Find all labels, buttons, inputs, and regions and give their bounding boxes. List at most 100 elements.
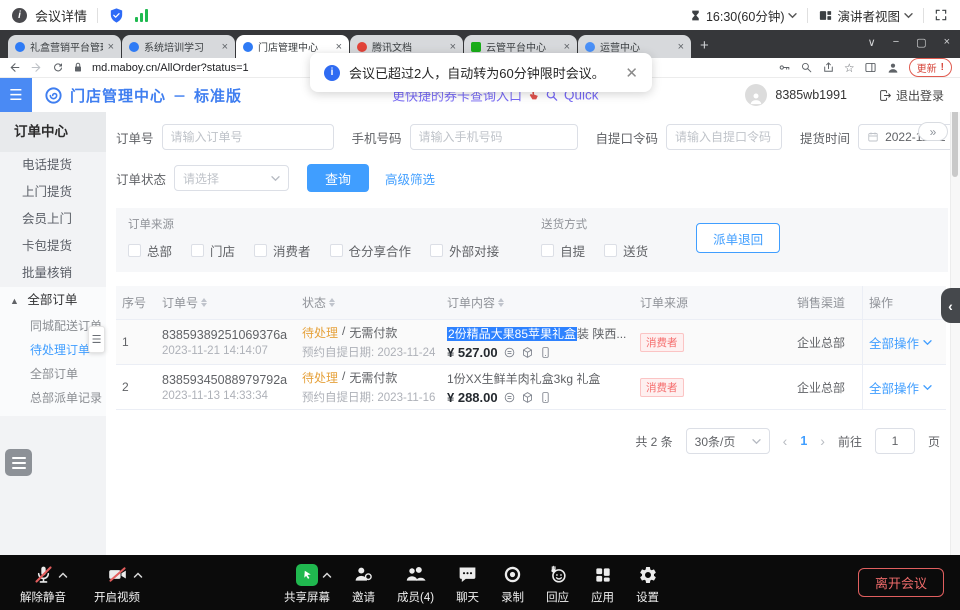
tab-close-icon[interactable]: × xyxy=(678,41,684,53)
checkbox-icon[interactable] xyxy=(604,244,617,257)
checkbox-external[interactable]: 外部对接 xyxy=(430,241,499,260)
unmute-button[interactable]: 解除静音 xyxy=(20,562,66,605)
mobile-icon[interactable] xyxy=(539,391,552,404)
side-panel-icon[interactable] xyxy=(864,61,877,74)
apps-button[interactable]: 应用 xyxy=(591,562,614,605)
sidebar-item-card-pickup[interactable]: 卡包提货 xyxy=(0,233,106,260)
meeting-details-label[interactable]: 会议详情 xyxy=(35,6,87,25)
checkbox-delivery[interactable]: 送货 xyxy=(604,241,648,260)
phone-input[interactable] xyxy=(410,124,578,150)
dispatch-return-button[interactable]: 派单退回 xyxy=(696,223,780,253)
sidebar-item-member-visit[interactable]: 会员上门 xyxy=(0,206,106,233)
fullscreen-icon[interactable] xyxy=(934,8,948,22)
next-page-button[interactable]: › xyxy=(820,433,825,449)
banner-close-icon[interactable]: ✕ xyxy=(625,64,638,82)
reload-icon[interactable] xyxy=(52,62,64,74)
floating-menu-button[interactable] xyxy=(5,449,32,476)
record-button[interactable]: 录制 xyxy=(501,562,524,605)
tab-close-icon[interactable]: × xyxy=(564,41,570,53)
browser-tab-2[interactable]: 系统培训学习 × xyxy=(122,35,235,58)
tab-close-icon[interactable]: × xyxy=(336,41,342,53)
members-button[interactable]: 成员(4) xyxy=(397,562,434,605)
sort-icon[interactable] xyxy=(498,298,504,307)
window-restore-caret[interactable]: ∨ xyxy=(868,36,876,49)
sidebar-sub-all-orders[interactable]: 全部订单 xyxy=(0,362,106,386)
order-no-input[interactable] xyxy=(162,124,334,150)
chat-button[interactable]: 聊天 xyxy=(456,562,479,605)
window-maximize-button[interactable]: ▢ xyxy=(916,36,926,49)
browser-update-button[interactable]: 更新 ! xyxy=(909,58,952,77)
forward-icon[interactable] xyxy=(30,61,43,74)
checkbox-consumer[interactable]: 消费者 xyxy=(254,241,311,260)
leave-meeting-button[interactable]: 离开会议 xyxy=(858,568,944,597)
share-options-caret[interactable] xyxy=(322,571,332,579)
all-actions-dropdown[interactable]: 全部操作 xyxy=(869,333,940,352)
view-mode-label[interactable]: 演讲者视图 xyxy=(837,6,900,25)
sidebar-item-door-pickup[interactable]: 上门提货 xyxy=(0,179,106,206)
all-actions-dropdown[interactable]: 全部操作 xyxy=(869,378,940,397)
sort-icon[interactable] xyxy=(329,298,335,307)
settings-button[interactable]: 设置 xyxy=(636,562,659,605)
pickup-code-input[interactable] xyxy=(666,124,782,150)
new-tab-button[interactable]: + xyxy=(700,37,709,54)
checkbox-icon[interactable] xyxy=(191,244,204,257)
url-text[interactable]: md.maboy.cn/AllOrder?status=1 xyxy=(92,62,249,74)
security-shield-icon[interactable] xyxy=(108,7,125,24)
sidebar-item-batch-verify[interactable]: 批量核销 xyxy=(0,260,106,287)
package-icon[interactable] xyxy=(521,346,534,359)
package-icon[interactable] xyxy=(521,391,534,404)
current-page[interactable]: 1 xyxy=(800,434,807,448)
tab-close-icon[interactable]: × xyxy=(108,41,114,53)
sidebar-sub-hq-dispatch-log[interactable]: 总部派单记录 xyxy=(0,386,106,410)
checkbox-warehouse-share[interactable]: 仓分享合作 xyxy=(330,241,412,260)
zoom-icon[interactable] xyxy=(800,61,813,74)
window-minimize-button[interactable]: − xyxy=(893,36,899,49)
view-mode-caret[interactable] xyxy=(904,12,913,19)
header-content[interactable]: 订单内容 xyxy=(441,286,634,319)
share-page-icon[interactable] xyxy=(822,61,835,74)
right-panel-handle[interactable]: ‹ xyxy=(941,288,960,323)
order-note-icon[interactable] xyxy=(503,346,516,359)
advanced-filter-link[interactable]: 高级筛选 xyxy=(385,169,435,188)
checkbox-icon[interactable] xyxy=(254,244,267,257)
network-signal-icon[interactable] xyxy=(135,9,148,22)
window-close-button[interactable]: × xyxy=(944,36,950,49)
checkbox-icon[interactable] xyxy=(330,244,343,257)
checkbox-store[interactable]: 门店 xyxy=(191,241,235,260)
mobile-icon[interactable] xyxy=(539,346,552,359)
profile-avatar-icon[interactable] xyxy=(886,61,900,75)
header-status[interactable]: 状态 xyxy=(296,286,441,319)
order-status-select[interactable]: 请选择 xyxy=(174,165,289,191)
start-video-button[interactable]: 开启视频 xyxy=(94,562,140,605)
checkbox-hq[interactable]: 总部 xyxy=(128,241,172,260)
back-icon[interactable] xyxy=(8,61,21,74)
user-avatar[interactable] xyxy=(745,84,767,106)
share-screen-button[interactable]: 共享屏幕 xyxy=(284,562,330,605)
order-note-icon[interactable] xyxy=(503,391,516,404)
browser-tab-1[interactable]: 礼盒营销平台管理中心 × xyxy=(8,35,121,58)
tab-close-icon[interactable]: × xyxy=(222,41,228,53)
mic-options-caret[interactable] xyxy=(58,571,68,579)
sidebar-toggle-handle[interactable]: ☰ xyxy=(88,326,105,353)
menu-hamburger-button[interactable]: ☰ xyxy=(0,78,32,112)
checkbox-icon[interactable] xyxy=(541,244,554,257)
checkbox-icon[interactable] xyxy=(128,244,141,257)
search-button[interactable]: 查询 xyxy=(307,164,369,192)
meeting-info-icon[interactable]: i xyxy=(12,8,27,23)
sidebar-group-all-orders[interactable]: ▲ 全部订单 xyxy=(0,287,106,314)
checkbox-icon[interactable] xyxy=(430,244,443,257)
invite-button[interactable]: 邀请 xyxy=(352,562,375,605)
timer-dropdown-caret[interactable] xyxy=(788,12,797,19)
page-size-select[interactable]: 30条/页 xyxy=(686,428,770,454)
prev-page-button[interactable]: ‹ xyxy=(783,433,788,449)
goto-page-input[interactable] xyxy=(875,428,915,454)
lock-icon[interactable] xyxy=(73,62,83,73)
reactions-button[interactable]: 回应 xyxy=(546,562,569,605)
header-order-no[interactable]: 订单号 xyxy=(156,286,296,319)
sidebar-item-phone-pickup[interactable]: 电话提货 xyxy=(0,152,106,179)
video-options-caret[interactable] xyxy=(133,571,143,579)
password-key-icon[interactable] xyxy=(778,61,791,74)
bookmark-star-icon[interactable]: ☆ xyxy=(844,62,855,74)
sort-icon[interactable] xyxy=(201,298,207,307)
tab-close-icon[interactable]: × xyxy=(450,41,456,53)
